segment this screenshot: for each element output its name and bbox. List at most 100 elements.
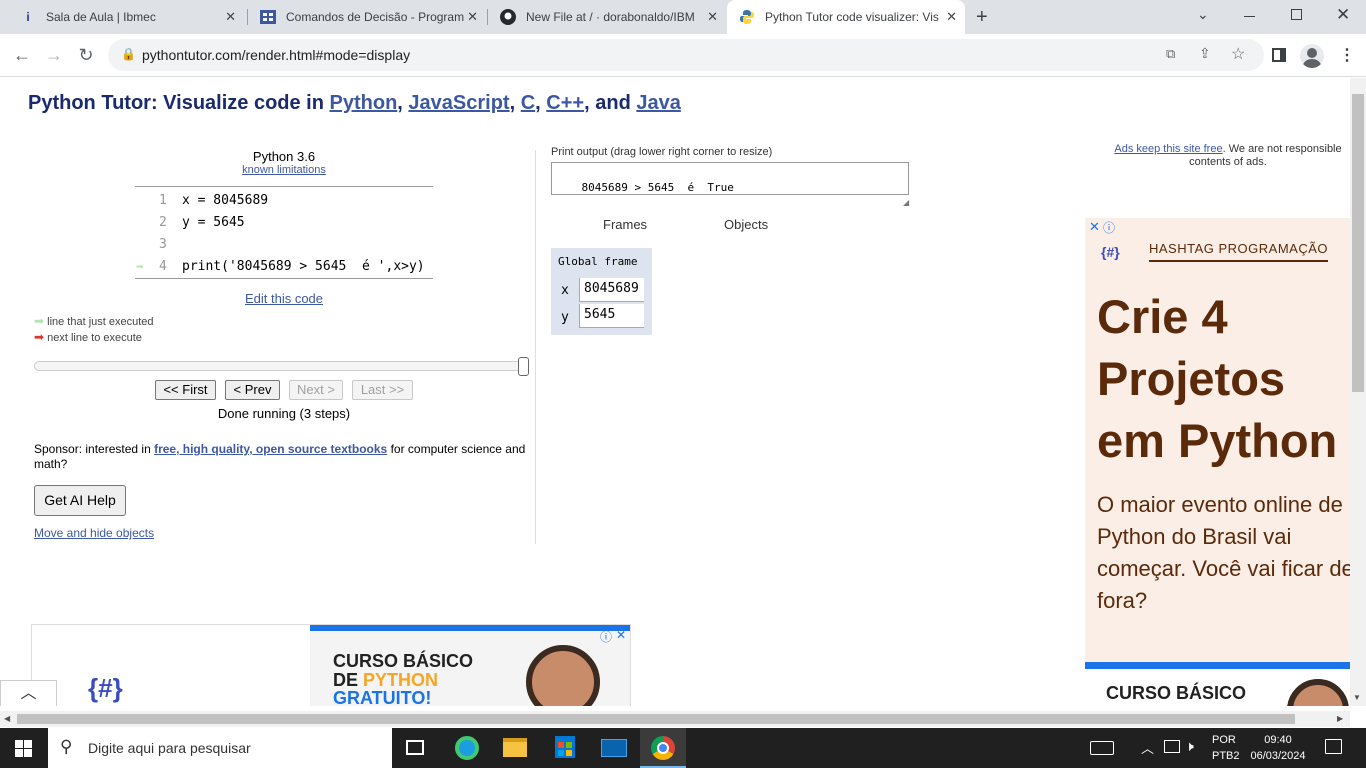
- bottom-ad[interactable]: {#} CURSO BÁSICO DE PYTHON GRATUITO! ⓘ ✕: [31, 624, 631, 706]
- move-hide-link[interactable]: Move and hide objects: [34, 526, 154, 540]
- ad-body: O maior evento online de Python do Brasi…: [1097, 492, 1350, 613]
- panel-divider: [535, 150, 536, 544]
- edit-code-link[interactable]: Edit this code: [135, 291, 433, 306]
- slider-handle[interactable]: [518, 357, 529, 376]
- green-arrow-icon: ➡: [34, 314, 45, 328]
- reload-icon[interactable]: ↻: [75, 45, 97, 65]
- tab-comandos[interactable]: Comandos de Decisão - Program ✕: [248, 0, 486, 34]
- forward-icon[interactable]: →: [43, 45, 65, 65]
- browser-toolbar: ← → ↻ 🔒 pythontutor.com/render.html#mode…: [0, 34, 1366, 77]
- url-text[interactable]: pythontutor.com/render.html#mode=display: [142, 47, 410, 63]
- tab-ibmec[interactable]: i Sala de Aula | Ibmec ✕: [8, 0, 244, 34]
- vertical-scrollbar[interactable]: ▼: [1350, 78, 1366, 706]
- step-slider[interactable]: [34, 361, 528, 371]
- network-icon[interactable]: [1164, 740, 1180, 753]
- task-view-icon[interactable]: [406, 740, 424, 755]
- ads-link[interactable]: Ads keep this site free: [1114, 143, 1222, 155]
- code-top-border: [135, 186, 433, 187]
- notifications-icon[interactable]: [1325, 739, 1342, 754]
- address-bar[interactable]: 🔒 pythontutor.com/render.html#mode=displ…: [108, 39, 1264, 71]
- var-value: 8045689: [579, 278, 644, 302]
- clock[interactable]: 09:40 06/03/2024: [1246, 732, 1310, 764]
- known-limitations-link[interactable]: known limitations: [135, 164, 433, 176]
- next-button[interactable]: Next >: [289, 380, 343, 400]
- scrollbar-thumb[interactable]: [1352, 94, 1364, 392]
- page-content: Python Tutor: Visualize code in Python, …: [0, 78, 1350, 706]
- profile-avatar[interactable]: [1300, 44, 1324, 68]
- scroll-right-icon[interactable]: ▶: [1337, 714, 1343, 723]
- close-icon[interactable]: ✕: [707, 9, 718, 25]
- taskbar-search[interactable]: ⚲ Digite aqui para pesquisar: [48, 728, 392, 768]
- red-arrow-icon: ➡: [34, 330, 45, 344]
- ad-close-icon[interactable]: ✕: [616, 628, 626, 642]
- collapse-ad-button[interactable]: ︿: [0, 680, 57, 706]
- ad-info-icon[interactable]: ⓘ: [600, 628, 612, 645]
- search-icon: ⚲: [60, 737, 73, 756]
- ad-person-photo: [526, 645, 600, 706]
- language-indicator[interactable]: POR PTB2: [1212, 732, 1240, 764]
- new-tab-button[interactable]: +: [976, 6, 988, 29]
- scroll-left-icon[interactable]: ◀: [4, 714, 10, 723]
- close-window-icon[interactable]: ✕: [1336, 5, 1350, 25]
- tab-github[interactable]: New File at / · dorabonaldo/IBM ✕: [488, 0, 726, 34]
- star-icon[interactable]: ☆: [1231, 44, 1245, 64]
- share-icon[interactable]: ⇪: [1199, 45, 1211, 62]
- global-frame: Global frame x 8045689 y 5645: [551, 248, 652, 335]
- scroll-down-icon[interactable]: ▼: [1353, 693, 1361, 702]
- keyboard-icon[interactable]: [1090, 741, 1114, 755]
- taskbar-search-placeholder[interactable]: Digite aqui para pesquisar: [88, 740, 251, 756]
- link-c[interactable]: C: [521, 92, 535, 114]
- back-icon[interactable]: ←: [11, 45, 33, 65]
- horizontal-scrollbar[interactable]: ◀ ▶: [0, 711, 1350, 727]
- print-output-label: Print output (drag lower right corner to…: [551, 146, 773, 158]
- volume-muted-icon[interactable]: 🕨: [1185, 738, 1194, 755]
- prev-button[interactable]: < Prev: [225, 380, 280, 400]
- store-icon[interactable]: [555, 736, 575, 758]
- close-icon[interactable]: ✕: [467, 9, 478, 25]
- link-java[interactable]: Java: [636, 92, 681, 114]
- show-hidden-icons[interactable]: ︿: [1141, 738, 1154, 757]
- ads-note: Ads keep this site free. We are not resp…: [1114, 143, 1342, 168]
- python-icon: [739, 9, 755, 25]
- tab-pythontutor[interactable]: Python Tutor code visualizer: Vis ✕: [727, 0, 965, 34]
- right-ad[interactable]: ✕ ⓘ {#} HASHTAG PROGRAMAÇÃO Crie 4 Proje…: [1085, 218, 1350, 706]
- textbooks-link[interactable]: free, high quality, open source textbook…: [154, 442, 387, 456]
- code-text: print('8045689 > 5645 é ',x>y): [182, 259, 425, 274]
- frames-header: Frames: [603, 217, 648, 232]
- link-cpp[interactable]: C++: [546, 92, 584, 114]
- last-button[interactable]: Last >>: [352, 380, 413, 400]
- code-text: x = 8045689: [182, 193, 269, 208]
- windows-start-icon[interactable]: [15, 740, 32, 757]
- var-name: y: [561, 310, 569, 325]
- code-bottom-border: [135, 278, 433, 279]
- close-icon[interactable]: ✕: [946, 9, 957, 25]
- legend-executed: ➡ line that just executed: [34, 314, 154, 328]
- mail-icon[interactable]: [601, 739, 627, 757]
- bottom-ad-line3: GRATUITO!: [333, 688, 432, 706]
- chrome-taskbar-button[interactable]: [640, 728, 686, 768]
- ad-close-icon[interactable]: ✕: [1089, 219, 1100, 235]
- resize-handle-icon[interactable]: ◢: [903, 198, 909, 207]
- bottom-ad-line1: CURSO BÁSICO: [333, 651, 474, 671]
- scrollbar-thumb[interactable]: [17, 714, 1295, 724]
- ai-help-button[interactable]: Get AI Help: [34, 485, 126, 516]
- link-javascript[interactable]: JavaScript: [408, 92, 509, 114]
- tab-search-icon[interactable]: ⌄: [1197, 6, 1209, 23]
- print-output-box[interactable]: 8045689 > 5645 é True: [551, 162, 909, 195]
- menu-icon[interactable]: ⋮: [1339, 45, 1355, 65]
- restore-icon[interactable]: [1291, 9, 1302, 20]
- translate-icon[interactable]: ⧉: [1166, 46, 1175, 62]
- tab-title: New File at / · dorabonaldo/IBM: [526, 10, 695, 24]
- ad-info-icon[interactable]: ⓘ: [1103, 219, 1115, 236]
- close-icon[interactable]: ✕: [225, 9, 236, 25]
- python-version: Python 3.6: [252, 149, 316, 164]
- side-panel-icon[interactable]: [1272, 48, 1286, 62]
- minimize-icon[interactable]: [1244, 16, 1255, 17]
- tab-strip: i Sala de Aula | Ibmec ✕ Comandos de Dec…: [0, 0, 1366, 34]
- edge-icon[interactable]: [455, 736, 479, 760]
- hashtag-logo-icon: {#}: [1101, 244, 1120, 260]
- code-line: 3: [135, 234, 433, 256]
- link-python[interactable]: Python: [330, 92, 398, 114]
- file-explorer-icon[interactable]: [503, 738, 527, 757]
- first-button[interactable]: << First: [155, 380, 216, 400]
